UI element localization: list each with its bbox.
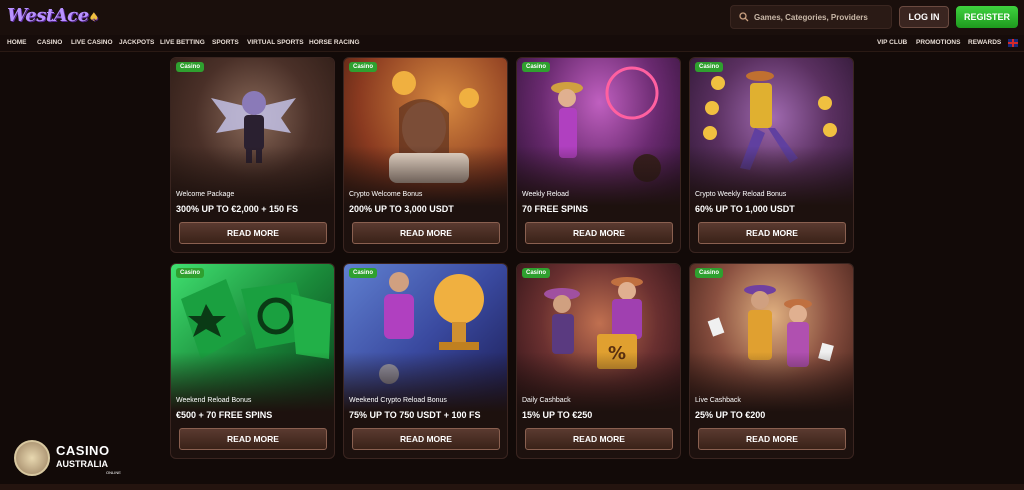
promo-card: Casino Crypto Welcome Bonus 200% UP TO 3… bbox=[343, 57, 508, 253]
promo-card: Casino Weekly Reload 70 FREE SPINS READ … bbox=[516, 57, 681, 253]
promo-category: Weekend Crypto Reload Bonus bbox=[349, 397, 447, 404]
trophy-art bbox=[344, 264, 507, 412]
read-more-button[interactable]: READ MORE bbox=[179, 222, 327, 244]
nav-live-betting[interactable]: LIVE BETTING bbox=[160, 39, 205, 46]
uk-flag-icon[interactable] bbox=[1008, 39, 1018, 47]
watermark-line1: CASINO bbox=[56, 443, 110, 458]
read-more-button[interactable]: READ MORE bbox=[525, 428, 673, 450]
promo-offer: 25% UP TO €200 bbox=[695, 410, 766, 420]
footer-divider bbox=[0, 484, 1024, 490]
header: WestAce♠ Games, Categories, Providers LO… bbox=[0, 0, 1024, 35]
casino-badge: Casino bbox=[349, 268, 378, 278]
live-dealers-art bbox=[690, 264, 853, 412]
casino-badge: Casino bbox=[176, 268, 205, 278]
casino-badge: Casino bbox=[695, 62, 724, 72]
promo-category: Welcome Package bbox=[176, 191, 235, 198]
promo-offer: 200% UP TO 3,000 USDT bbox=[349, 204, 454, 214]
watermark-emblem-icon bbox=[14, 440, 50, 476]
promo-category: Daily Cashback bbox=[522, 397, 571, 404]
svg-text:%: % bbox=[608, 343, 626, 364]
casino-badge: Casino bbox=[522, 268, 551, 278]
nav-virtual-sports[interactable]: VIRTUAL SPORTS bbox=[247, 39, 304, 46]
promo-offer: 70 FREE SPINS bbox=[522, 204, 589, 214]
dragon-art bbox=[171, 58, 334, 206]
promo-category: Weekly Reload bbox=[522, 191, 569, 198]
nav-sports[interactable]: SPORTS bbox=[212, 39, 239, 46]
watermark-line3: ONLINE bbox=[106, 470, 121, 475]
register-button[interactable]: REGISTER bbox=[956, 6, 1018, 28]
green-tiles-art bbox=[171, 264, 334, 412]
promo-offer: 300% UP TO €2,000 + 150 FS bbox=[176, 204, 298, 214]
casino-badge: Casino bbox=[176, 62, 205, 72]
nav-jackpots[interactable]: JACKPOTS bbox=[119, 39, 154, 46]
cashback-art: % bbox=[517, 264, 680, 412]
promo-category: Crypto Weekly Reload Bonus bbox=[695, 191, 787, 198]
crypto-man-art bbox=[344, 58, 507, 206]
nav-live-casino[interactable]: LIVE CASINO bbox=[71, 39, 113, 46]
cowboy-coins-art bbox=[690, 58, 853, 206]
promo-category: Weekend Reload Bonus bbox=[176, 397, 252, 404]
promo-category: Live Cashback bbox=[695, 397, 741, 404]
read-more-button[interactable]: READ MORE bbox=[179, 428, 327, 450]
promo-offer: €500 + 70 FREE SPINS bbox=[176, 410, 273, 420]
promo-offer: 75% UP TO 750 USDT + 100 FS bbox=[349, 410, 481, 420]
promo-card: Casino Live Cashback 25% UP TO €200 READ… bbox=[689, 263, 854, 459]
promo-category: Crypto Welcome Bonus bbox=[349, 191, 423, 198]
casino-badge: Casino bbox=[349, 62, 378, 72]
nav-vip-club[interactable]: VIP CLUB bbox=[877, 39, 907, 46]
read-more-button[interactable]: READ MORE bbox=[352, 428, 500, 450]
promo-offer: 15% UP TO €250 bbox=[522, 410, 593, 420]
promo-card: % Casino Daily Cashback 15% UP TO €250 R… bbox=[516, 263, 681, 459]
casino-badge: Casino bbox=[522, 62, 551, 72]
westace-logo[interactable]: WestAce♠ bbox=[7, 5, 99, 26]
casino-badge: Casino bbox=[695, 268, 724, 278]
search-placeholder: Games, Categories, Providers bbox=[754, 12, 868, 22]
spade-icon: ♠ bbox=[88, 10, 100, 24]
search-icon bbox=[739, 12, 749, 22]
read-more-button[interactable]: READ MORE bbox=[525, 222, 673, 244]
casino-australia-watermark: CASINO AUSTRALIA ONLINE bbox=[14, 440, 124, 476]
search-input[interactable]: Games, Categories, Providers bbox=[730, 5, 892, 29]
read-more-button[interactable]: READ MORE bbox=[352, 222, 500, 244]
nav-horse-racing[interactable]: HORSE RACING bbox=[309, 39, 360, 46]
nav-promotions[interactable]: PROMOTIONS bbox=[916, 39, 960, 46]
nav-home[interactable]: HOME bbox=[7, 39, 27, 46]
login-button[interactable]: LOG IN bbox=[899, 6, 949, 28]
nav-casino[interactable]: CASINO bbox=[37, 39, 62, 46]
main-nav: HOME CASINO LIVE CASINO JACKPOTS LIVE BE… bbox=[0, 35, 1024, 52]
promo-card: Casino Weekend Crypto Reload Bonus 75% U… bbox=[343, 263, 508, 459]
promo-card: Casino Crypto Weekly Reload Bonus 60% UP… bbox=[689, 57, 854, 253]
promo-card: Casino Welcome Package 300% UP TO €2,000… bbox=[170, 57, 335, 253]
nav-rewards[interactable]: REWARDS bbox=[968, 39, 1001, 46]
promo-card: Casino Weekend Reload Bonus €500 + 70 FR… bbox=[170, 263, 335, 459]
cowgirl-art bbox=[517, 58, 680, 206]
watermark-line2: AUSTRALIA bbox=[56, 459, 108, 469]
promo-offer: 60% UP TO 1,000 USDT bbox=[695, 204, 795, 214]
read-more-button[interactable]: READ MORE bbox=[698, 428, 846, 450]
read-more-button[interactable]: READ MORE bbox=[698, 222, 846, 244]
